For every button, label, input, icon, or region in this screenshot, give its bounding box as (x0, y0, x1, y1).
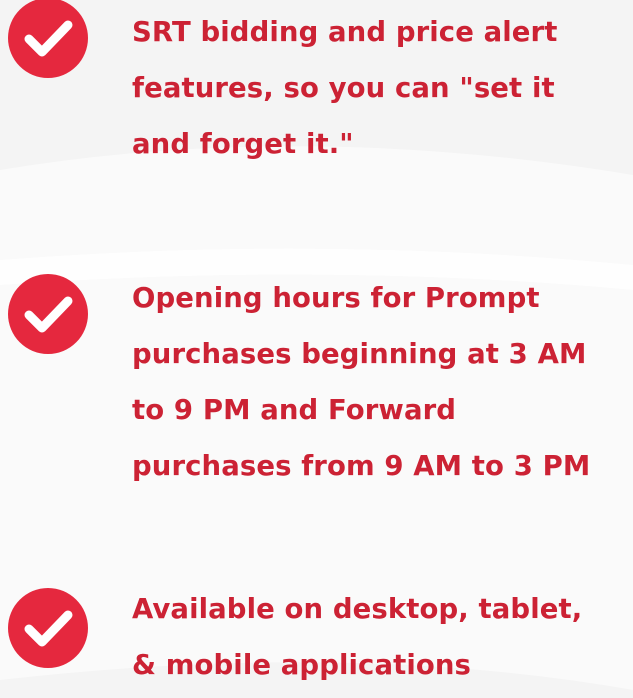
feature-text-bidding: SRT bidding and price alert features, so… (132, 4, 557, 172)
feature-line: SRT bidding and price alert (132, 16, 558, 48)
feature-line: purchases from 9 AM to 3 PM (132, 450, 591, 482)
feature-line: purchases beginning at 3 AM (132, 338, 587, 370)
feature-line: & mobile applications (132, 649, 472, 681)
feature-line: and forget it." (132, 128, 354, 160)
feature-line: Available on desktop, tablet, (132, 593, 583, 625)
feature-text-platforms: Available on desktop, tablet, & mobile a… (132, 581, 582, 693)
check-circle-icon (8, 0, 88, 78)
check-circle-icon (8, 588, 88, 668)
check-circle-icon (8, 274, 88, 354)
feature-text-hours: Opening hours for Prompt purchases begin… (132, 270, 590, 494)
feature-line: features, so you can "set it (132, 72, 555, 104)
feature-line: Opening hours for Prompt (132, 282, 540, 314)
feature-line: to 9 PM and Forward (132, 394, 457, 426)
